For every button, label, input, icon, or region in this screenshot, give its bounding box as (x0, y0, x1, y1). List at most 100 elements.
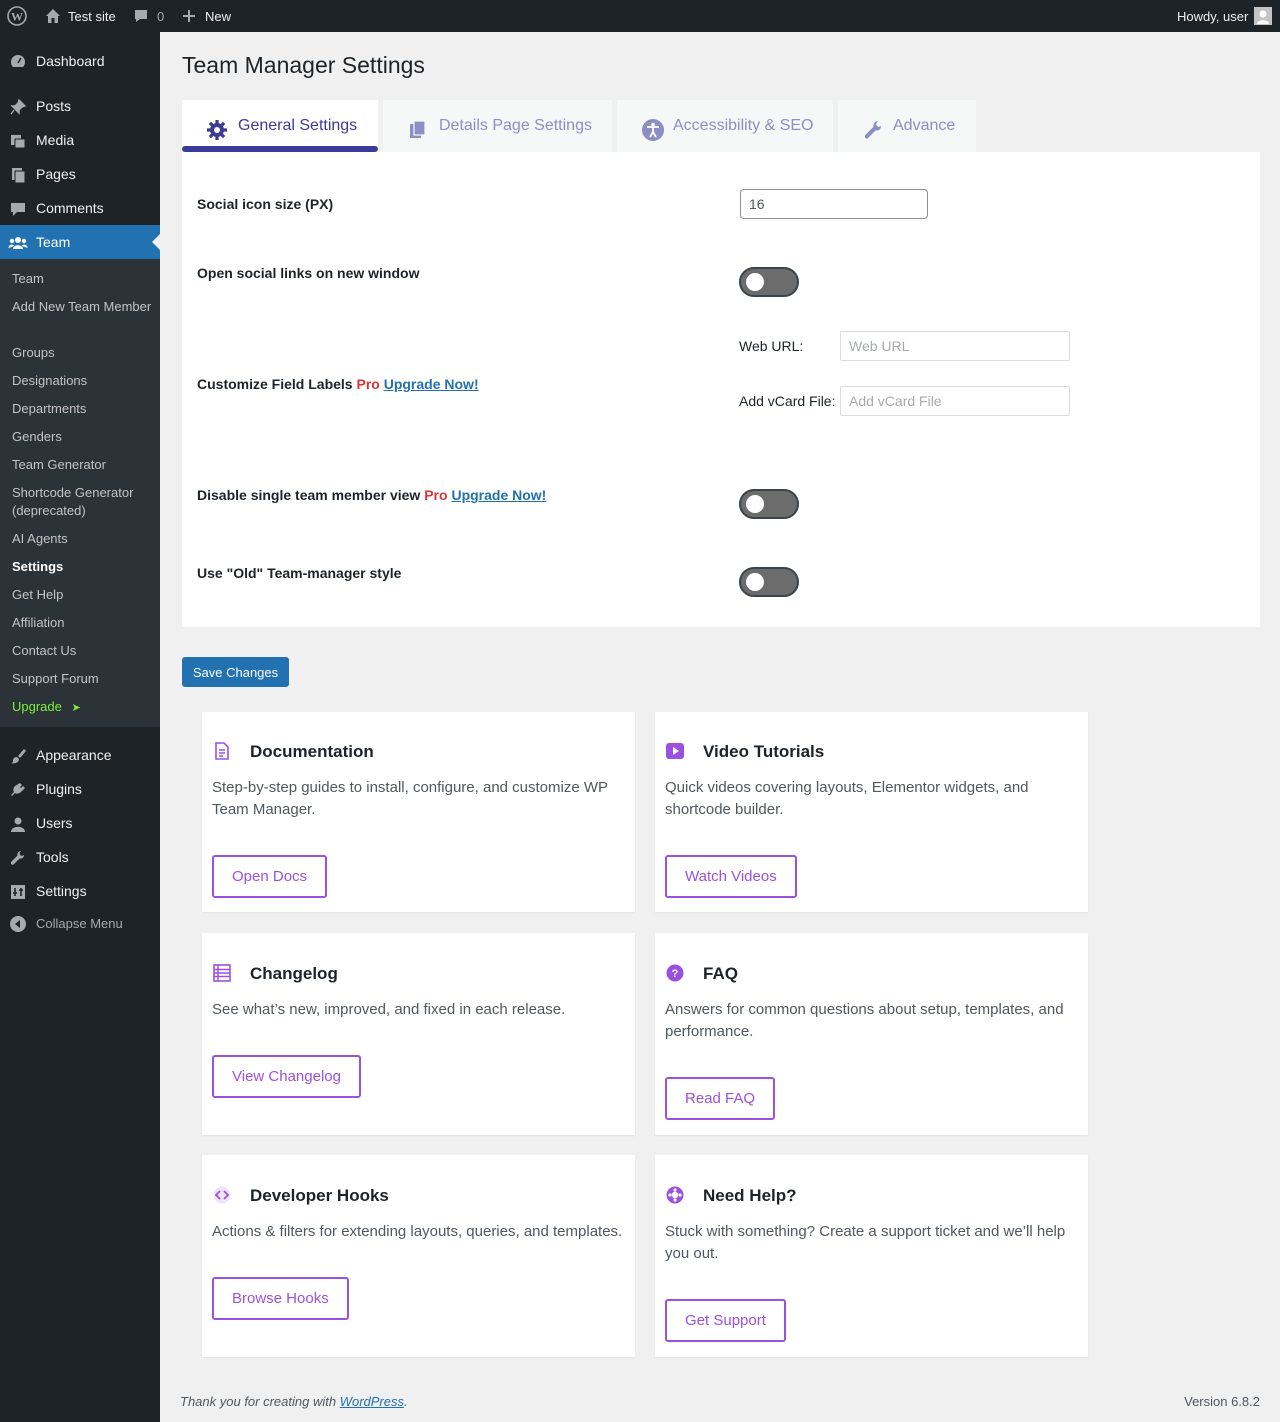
copy-icon (409, 120, 427, 145)
plus-icon[interactable] (182, 0, 196, 32)
tab-details-page-settings[interactable]: Details Page Settings (383, 100, 612, 152)
card-title: Need Help? (703, 1186, 797, 1205)
sidebar-item-appearance[interactable]: Appearance (0, 738, 160, 772)
avatar[interactable] (1254, 0, 1272, 32)
customize-labels-row: Customize Field Labels Pro Upgrade Now! (197, 376, 479, 392)
submenu-item-departments[interactable]: Departments (12, 400, 152, 418)
wordpress-logo-icon[interactable]: W (7, 0, 27, 32)
code-icon (212, 1185, 232, 1205)
sidebar-item-posts[interactable]: Posts (0, 89, 160, 123)
svg-text:W: W (11, 10, 23, 24)
get-support-button[interactable]: Get Support (665, 1299, 786, 1342)
user-icon (8, 814, 28, 834)
disable-single-toggle[interactable] (739, 489, 799, 519)
arrow-right-icon: ➤ (71, 702, 81, 714)
open-docs-button[interactable]: Open Docs (212, 855, 328, 898)
sidebar-item-team[interactable]: Team (0, 225, 160, 259)
submenu-item-affiliation[interactable]: Affiliation (12, 614, 152, 632)
sidebar-item-plugins[interactable]: Plugins (0, 772, 160, 806)
collapse-menu-button[interactable]: Collapse Menu (0, 906, 160, 940)
customize-labels-label: Customize Field Labels (197, 376, 353, 392)
web-url-label: Web URL: (739, 338, 804, 354)
submenu-item-designations[interactable]: Designations (12, 372, 152, 390)
upgrade-now-link[interactable]: Upgrade Now! (451, 487, 546, 503)
upgrade-now-link[interactable]: Upgrade Now! (384, 376, 479, 392)
pin-icon (8, 97, 28, 117)
sidebar-item-tools[interactable]: Tools (0, 840, 160, 874)
comments-count[interactable]: 0 (157, 0, 164, 32)
submenu-item-settings[interactable]: Settings (12, 558, 152, 576)
sidebar-item-label: Settings (36, 883, 87, 899)
footer-thanks: Thank you for creating with WordPress. (180, 1394, 408, 1409)
sidebar-item-label: Appearance (36, 747, 112, 763)
toggle-knob (746, 573, 764, 591)
card-title: Developer Hooks (250, 1186, 389, 1205)
card-description: Actions & filters for extending layouts,… (212, 1223, 623, 1240)
brush-icon (8, 746, 28, 766)
lifebuoy-icon (665, 1185, 685, 1205)
submenu-item-team[interactable]: Team (12, 270, 152, 288)
submenu-item-team-generator[interactable]: Team Generator (12, 456, 152, 474)
pages-icon (8, 165, 28, 185)
site-home-icon[interactable] (44, 0, 62, 32)
submenu-item-contact-us[interactable]: Contact Us (12, 642, 152, 660)
new-content-link[interactable]: New (205, 0, 231, 32)
old-style-toggle[interactable] (739, 567, 799, 597)
team-submenu: Team Add New Team Member Groups Designat… (0, 259, 160, 727)
sidebar-item-pages[interactable]: Pages (0, 157, 160, 191)
card-description: Answers for common questions about setup… (665, 1001, 1064, 1040)
collapse-icon (8, 914, 28, 934)
submenu-item-groups[interactable]: Groups (12, 344, 152, 362)
read-faq-button[interactable]: Read FAQ (665, 1077, 776, 1120)
card-description: Step-by-step guides to install, configur… (212, 779, 608, 818)
sidebar-item-label: Pages (36, 166, 76, 182)
sidebar-item-settings[interactable]: Settings (0, 874, 160, 908)
wrench-icon (863, 119, 885, 146)
media-icon (8, 131, 28, 151)
wordpress-link[interactable]: WordPress (340, 1394, 404, 1409)
watch-videos-button[interactable]: Watch Videos (665, 855, 797, 898)
footer-version: Version 6.8.2 (1184, 1394, 1260, 1409)
toggle-knob (746, 273, 764, 291)
social-icon-size-input[interactable]: 16 (740, 189, 928, 219)
sidebar-item-label: Posts (36, 98, 72, 114)
sidebar-item-users[interactable]: Users (0, 806, 160, 840)
question-icon: ? (665, 963, 685, 983)
submenu-item-shortcode-generator[interactable]: Shortcode Generator (deprecated) (12, 484, 152, 520)
submenu-item-ai-agents[interactable]: AI Agents (12, 530, 152, 548)
tab-accessibility-seo[interactable]: Accessibility & SEO (617, 100, 833, 152)
web-url-input[interactable]: Web URL (840, 331, 1070, 361)
tab-label: Advance (893, 117, 956, 134)
tab-advance[interactable]: Advance (838, 100, 976, 152)
card-developer-hooks: Developer Hooks Actions & filters for ex… (202, 1155, 635, 1357)
team-icon (8, 233, 28, 253)
open-new-window-toggle[interactable] (739, 267, 799, 297)
howdy-user[interactable]: Howdy, user (1177, 0, 1248, 32)
sidebar-item-comments[interactable]: Comments (0, 191, 160, 225)
view-changelog-button[interactable]: View Changelog (212, 1055, 361, 1098)
card-description: See what’s new, improved, and fixed in e… (212, 1001, 566, 1018)
submenu-item-get-help[interactable]: Get Help (12, 586, 152, 604)
sidebar-item-label: Plugins (36, 781, 82, 797)
card-need-help: Need Help? Stuck with something? Create … (655, 1155, 1088, 1357)
save-changes-button[interactable]: Save Changes (182, 657, 289, 687)
card-title: Changelog (250, 964, 338, 983)
submenu-item-genders[interactable]: Genders (12, 428, 152, 446)
comment-icon[interactable] (133, 0, 149, 32)
site-name-link[interactable]: Test site (68, 0, 116, 32)
card-video-tutorials: Video Tutorials Quick videos covering la… (655, 712, 1088, 912)
tab-general-settings[interactable]: General Settings (182, 100, 378, 152)
vcard-file-input[interactable]: Add vCard File (840, 386, 1070, 416)
submenu-item-support-forum[interactable]: Support Forum (12, 670, 152, 688)
disable-single-row: Disable single team member view Pro Upgr… (197, 487, 546, 503)
toggle-knob (746, 495, 764, 513)
old-style-label: Use "Old" Team-manager style (197, 565, 402, 581)
pro-badge: Pro (424, 487, 448, 503)
admin-bar: W Test site 0 New Howdy, user (0, 0, 1280, 32)
submenu-item-add-new-team-member[interactable]: Add New Team Member (12, 298, 152, 316)
sidebar-item-dashboard[interactable]: Dashboard (0, 44, 160, 78)
sidebar-item-media[interactable]: Media (0, 123, 160, 157)
browse-hooks-button[interactable]: Browse Hooks (212, 1277, 349, 1320)
list-icon (212, 963, 232, 983)
submenu-item-upgrade[interactable]: Upgrade ➤ (12, 698, 152, 717)
